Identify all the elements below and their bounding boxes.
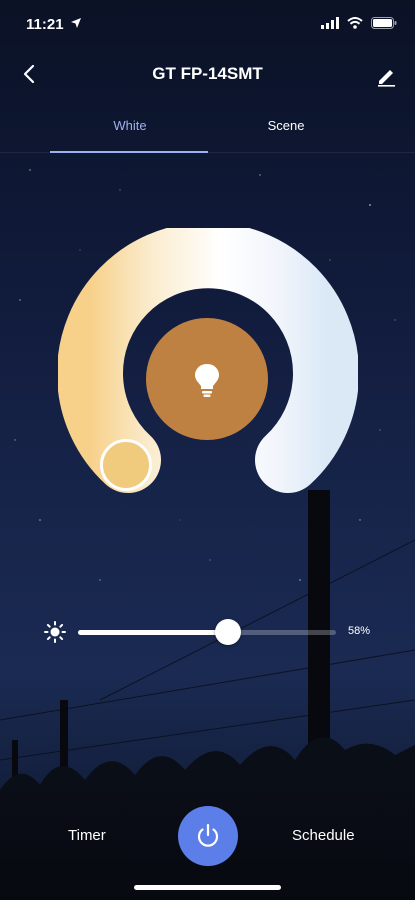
device-title: GT FP-14SMT bbox=[152, 64, 263, 83]
mode-tabs: White Scene bbox=[0, 112, 415, 153]
sun-icon bbox=[44, 621, 66, 648]
temperature-knob[interactable] bbox=[100, 439, 152, 491]
power-icon bbox=[197, 823, 219, 847]
signal-icon bbox=[321, 16, 339, 34]
tab-white[interactable]: White bbox=[50, 118, 210, 133]
wifi-icon bbox=[347, 16, 363, 34]
location-arrow-icon bbox=[70, 16, 82, 34]
bulb-icon bbox=[192, 362, 222, 403]
battery-icon bbox=[371, 16, 397, 34]
edit-pencil-icon[interactable] bbox=[371, 60, 401, 90]
timer-button[interactable]: Timer bbox=[68, 827, 106, 844]
navigation-bar: GT FP-14SMT bbox=[0, 56, 415, 96]
light-center-button[interactable] bbox=[146, 318, 268, 440]
brightness-control: 58% bbox=[0, 615, 415, 649]
status-bar: 11:21 bbox=[0, 0, 415, 44]
status-time: 11:21 bbox=[26, 16, 64, 33]
brightness-percent: 58% bbox=[348, 625, 371, 637]
power-button[interactable] bbox=[178, 806, 238, 866]
schedule-button[interactable]: Schedule bbox=[292, 827, 355, 844]
bottom-bar: Timer Schedule bbox=[0, 780, 415, 900]
brightness-track[interactable] bbox=[78, 619, 336, 645]
tab-scene[interactable]: Scene bbox=[206, 118, 366, 133]
active-tab-indicator bbox=[50, 151, 208, 153]
home-indicator[interactable] bbox=[134, 885, 281, 890]
brightness-fill bbox=[78, 630, 228, 635]
brightness-thumb[interactable] bbox=[214, 619, 241, 645]
